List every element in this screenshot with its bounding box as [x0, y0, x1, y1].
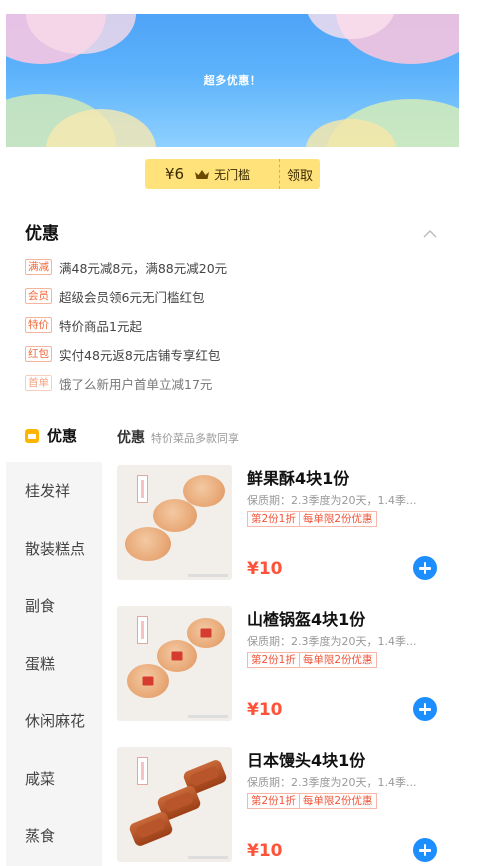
product-name: 鲜果酥4块1份	[247, 469, 350, 488]
add-to-cart-button[interactable]	[413, 556, 437, 580]
section-subtitle: 特价菜品多款同享	[151, 432, 239, 445]
promo-item: 首单 饿了么新用户首单立减17元	[25, 374, 227, 392]
promo-list: 满减 满48元减8元，满88元减20元 会员 超级会员领6元无门槛红包 特价 特…	[25, 258, 227, 403]
product-price: ¥10	[247, 700, 283, 720]
product-image[interactable]	[117, 465, 232, 580]
promo-title: 优惠	[25, 224, 59, 244]
sidebar-item[interactable]: 休闲麻花	[6, 692, 102, 750]
limit-tag: 每单限2份优惠	[299, 652, 377, 668]
section-name: 优惠	[117, 430, 145, 446]
product-price: ¥10	[247, 559, 283, 579]
sidebar-item[interactable]: 桂发祥	[6, 462, 102, 520]
sidebar-item[interactable]: 散装糕点	[6, 520, 102, 578]
product-card[interactable]: 鲜果酥4块1份 保质期：2.3季度为20天，1.4季... 第2份1折 每单限2…	[117, 465, 457, 606]
product-desc: 保质期：2.3季度为20天，1.4季...	[247, 776, 417, 789]
promo-item: 特价 特价商品1元起	[25, 316, 227, 334]
promo-tag: 首单	[25, 375, 52, 391]
product-list: 鲜果酥4块1份 保质期：2.3季度为20天，1.4季... 第2份1折 每单限2…	[117, 465, 457, 866]
coupon-amount: ¥6	[165, 165, 185, 183]
promo-text: 饿了么新用户首单立减17元	[59, 376, 213, 392]
chevron-up-icon[interactable]	[423, 223, 437, 242]
sidebar-item[interactable]: 蒸食	[6, 807, 102, 865]
promo-text: 满48元减8元，满88元减20元	[59, 260, 228, 276]
category-sidebar: 桂发祥 散装糕点 副食 蛋糕 休闲麻花 咸菜 蒸食	[6, 462, 102, 866]
coupon-card[interactable]: ¥6 无门槛 领取	[145, 159, 320, 189]
promo-tag: 会员	[25, 288, 52, 304]
promo-item: 红包 实付48元返8元店铺专享红包	[25, 345, 227, 363]
sidebar-item[interactable]: 副食	[6, 577, 102, 635]
promo-item: 会员 超级会员领6元无门槛红包	[25, 287, 227, 305]
promo-text: 特价商品1元起	[59, 318, 142, 334]
product-card[interactable]: 日本馒头4块1份 保质期：2.3季度为20天，1.4季... 第2份1折 每单限…	[117, 747, 457, 866]
product-card[interactable]: 山楂锅盔4块1份 保质期：2.3季度为20天，1.4季... 第2份1折 每单限…	[117, 606, 457, 747]
crown-icon	[194, 165, 210, 184]
promo-item: 满减 满48元减8元，满88元减20元	[25, 258, 227, 276]
product-image[interactable]	[117, 606, 232, 721]
promo-tag: 特价	[25, 317, 52, 333]
limit-tag: 每单限2份优惠	[299, 511, 377, 527]
add-to-cart-button[interactable]	[413, 697, 437, 721]
promo-tag: 红包	[25, 346, 52, 362]
sidebar-item[interactable]: 咸菜	[6, 750, 102, 808]
claim-coupon-button[interactable]: 领取	[280, 165, 320, 184]
limit-tag: 每单限2份优惠	[299, 793, 377, 809]
product-desc: 保质期：2.3季度为20天，1.4季...	[247, 635, 417, 648]
section-header: 优惠 特价菜品多款同享	[117, 427, 239, 447]
promo-text: 实付48元返8元店铺专享红包	[59, 347, 221, 363]
sidebar-item-discount[interactable]: 优惠	[25, 425, 77, 446]
product-image[interactable]	[117, 747, 232, 862]
coupon-desc: 无门槛	[214, 167, 251, 182]
promo-tag: 满减	[25, 259, 52, 275]
discount-tag: 第2份1折	[247, 511, 300, 527]
sidebar-item[interactable]: 蛋糕	[6, 635, 102, 693]
product-name: 山楂锅盔4块1份	[247, 610, 366, 629]
discount-tag: 第2份1折	[247, 652, 300, 668]
product-desc: 保质期：2.3季度为20天，1.4季...	[247, 494, 417, 507]
discount-tag: 第2份1折	[247, 793, 300, 809]
promo-text: 超级会员领6元无门槛红包	[59, 289, 205, 305]
add-to-cart-button[interactable]	[413, 838, 437, 862]
product-name: 日本馒头4块1份	[247, 751, 366, 770]
product-price: ¥10	[247, 841, 283, 861]
discount-icon	[25, 428, 39, 443]
promo-banner[interactable]: 超多优惠！	[6, 14, 459, 147]
sidebar-active-label: 优惠	[47, 427, 78, 445]
banner-title: 超多优惠！	[203, 74, 262, 87]
